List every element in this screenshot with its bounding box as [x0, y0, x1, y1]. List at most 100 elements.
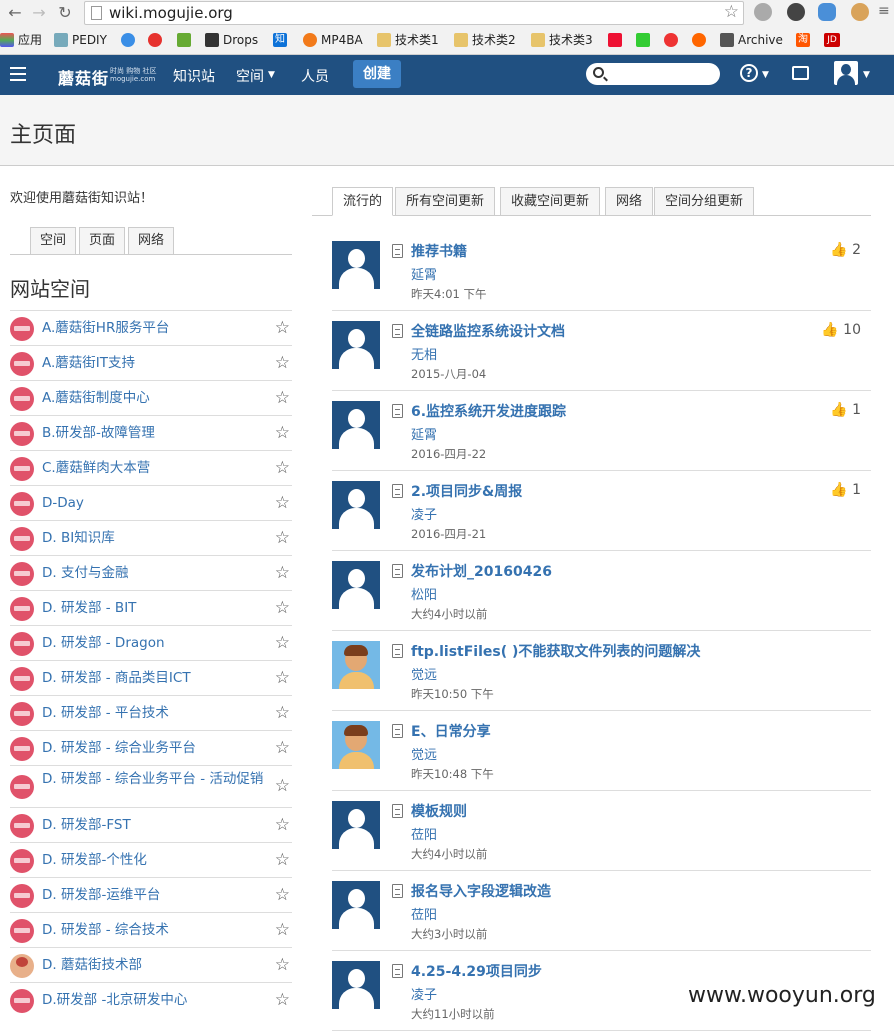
space-name[interactable]: D. 研发部 - 平台技术 — [42, 704, 264, 722]
bookmark-youku[interactable] — [664, 31, 682, 49]
bookmark-le[interactable] — [608, 31, 626, 49]
space-list-item[interactable]: A.蘑菇街HR服务平台 ☆ — [10, 310, 292, 345]
favorite-star-icon[interactable]: ☆ — [275, 703, 290, 723]
space-name[interactable]: D-Day — [42, 494, 264, 512]
space-name[interactable]: B.研发部-故障管理 — [42, 424, 264, 442]
author-avatar[interactable] — [332, 401, 380, 449]
tab-network[interactable]: 网络 — [128, 227, 175, 255]
feed-item-title[interactable]: 6.监控系统开发进度跟踪 — [411, 401, 566, 421]
user-avatar[interactable] — [834, 61, 858, 85]
space-list-item[interactable]: D. 研发部 - 平台技术 ☆ — [10, 695, 292, 730]
space-name[interactable]: D. 研发部 - Dragon — [42, 634, 264, 652]
bookmark-drops[interactable]: Drops — [205, 31, 258, 49]
author-avatar[interactable] — [332, 241, 380, 289]
cloud-icon[interactable] — [818, 3, 836, 21]
space-name[interactable]: D.研发部 -北京研发中心 — [42, 991, 264, 1009]
space-list-item[interactable]: D. 研发部-运维平台 ☆ — [10, 877, 292, 912]
bookmark-weibo[interactable] — [148, 31, 166, 49]
menu-icon[interactable]: ≡ — [878, 3, 890, 19]
bookmark-ip[interactable] — [121, 31, 139, 49]
bookmark-archive[interactable]: Archive — [720, 31, 783, 49]
tab-popular[interactable]: 流行的 — [332, 187, 394, 216]
favorite-star-icon[interactable]: ☆ — [275, 423, 290, 443]
space-name[interactable]: A.蘑菇街制度中心 — [42, 389, 264, 407]
author-avatar[interactable] — [332, 721, 380, 769]
tab-favorite-updates[interactable]: 收藏空间更新 — [500, 187, 601, 216]
bookmark-star-icon[interactable]: ☆ — [724, 2, 739, 22]
space-list-item[interactable]: D. 研发部-个性化 ☆ — [10, 842, 292, 877]
author-avatar[interactable] — [332, 961, 380, 1009]
create-button[interactable]: 创建 — [353, 60, 401, 88]
feed-item-title[interactable]: 发布计划_20160426 — [411, 561, 552, 581]
space-name[interactable]: D. 研发部 - 商品类目ICT — [42, 669, 264, 687]
favorite-star-icon[interactable]: ☆ — [275, 738, 290, 758]
help-icon[interactable]: ? — [740, 64, 758, 82]
space-name[interactable]: D. 支付与金融 — [42, 564, 264, 582]
bookmark-folder-tech3[interactable]: 技术类3 — [531, 31, 593, 49]
favorite-star-icon[interactable]: ☆ — [275, 920, 290, 940]
favorite-star-icon[interactable]: ☆ — [275, 776, 290, 796]
bookmark-folder-tech2[interactable]: 技术类2 — [454, 31, 516, 49]
favorite-star-icon[interactable]: ☆ — [275, 318, 290, 338]
space-list-item[interactable]: D.研发部 -北京研发中心 ☆ — [10, 982, 292, 1017]
favorite-star-icon[interactable]: ☆ — [275, 493, 290, 513]
space-name[interactable]: D. 研发部-运维平台 — [42, 886, 264, 904]
feed-item-title[interactable]: 推荐书籍 — [411, 241, 467, 261]
feed-item-author[interactable]: 觉远 — [411, 664, 437, 683]
author-avatar[interactable] — [332, 881, 380, 929]
bookmark-pediy[interactable]: PEDIY — [54, 31, 107, 49]
feed-item-author[interactable]: 莅阳 — [411, 824, 437, 843]
space-list-item[interactable]: D. 研发部 - 综合业务平台 - 活动促销 ☆ — [10, 765, 292, 807]
author-avatar[interactable] — [332, 321, 380, 369]
favorite-star-icon[interactable]: ☆ — [275, 563, 290, 583]
space-list-item[interactable]: D. 研发部 - 综合技术 ☆ — [10, 912, 292, 947]
space-name[interactable]: A.蘑菇街IT支持 — [42, 354, 264, 372]
nav-knowledge[interactable]: 知识站 — [173, 66, 215, 86]
space-name[interactable]: D. 研发部-个性化 — [42, 851, 264, 869]
feed-item-author[interactable]: 莅阳 — [411, 904, 437, 923]
favorite-star-icon[interactable]: ☆ — [275, 815, 290, 835]
feed-item-title[interactable]: E、日常分享 — [411, 721, 491, 741]
bookmark-iqiyi[interactable] — [636, 31, 654, 49]
bookmark-tudou[interactable] — [692, 31, 710, 49]
address-bar[interactable]: wiki.mogujie.org ☆ — [84, 1, 744, 25]
feed-item-title[interactable]: 模板规则 — [411, 801, 467, 821]
author-avatar[interactable] — [332, 801, 380, 849]
feed-item-author[interactable]: 凌子 — [411, 984, 437, 1003]
feed-item-title[interactable]: 2.项目同步&周报 — [411, 481, 522, 501]
space-name[interactable]: D. 研发部 - 综合技术 — [42, 921, 264, 939]
feed-item-author[interactable]: 松阳 — [411, 584, 437, 603]
extension-icon[interactable] — [754, 3, 772, 21]
space-list-item[interactable]: D. BI知识库 ☆ — [10, 520, 292, 555]
tab-group-updates[interactable]: 空间分组更新 — [654, 187, 755, 216]
feed-item-author[interactable]: 觉远 — [411, 744, 437, 763]
bookmark-taobao[interactable]: 淘 — [796, 31, 814, 49]
author-avatar[interactable] — [332, 481, 380, 529]
favorite-star-icon[interactable]: ☆ — [275, 668, 290, 688]
bookmark-zhihu[interactable]: 知 — [273, 31, 291, 49]
favorite-star-icon[interactable]: ☆ — [275, 353, 290, 373]
space-list-item[interactable]: C.蘑菇鲜肉大本营 ☆ — [10, 450, 292, 485]
nav-people[interactable]: 人员 — [301, 66, 329, 86]
bookmark-jd[interactable]: JD — [824, 31, 844, 49]
space-name[interactable]: D. 研发部 - BIT — [42, 599, 264, 617]
space-name[interactable]: A.蘑菇街HR服务平台 — [42, 319, 264, 337]
feed-item-title[interactable]: 报名导入字段逻辑改造 — [411, 881, 551, 901]
extension-gear-icon[interactable] — [787, 3, 805, 21]
feed-item-title[interactable]: ftp.listFiles( )不能获取文件列表的问题解决 — [411, 641, 700, 661]
tab-spaces[interactable]: 空间 — [30, 227, 77, 255]
space-list-item[interactable]: D-Day ☆ — [10, 485, 292, 520]
feed-item-title[interactable]: 4.25-4.29项目同步 — [411, 961, 542, 981]
space-list-item[interactable]: D. 研发部 - 综合业务平台 ☆ — [10, 730, 292, 765]
like-count[interactable]: 👍 1 — [830, 482, 861, 498]
like-count[interactable]: 👍 1 — [830, 402, 861, 418]
hamburger-menu-icon[interactable] — [10, 67, 26, 81]
tab-pages[interactable]: 页面 — [79, 227, 126, 255]
space-name[interactable]: D. 研发部-FST — [42, 816, 264, 834]
space-list-item[interactable]: D. 研发部 - 商品类目ICT ☆ — [10, 660, 292, 695]
space-list-item[interactable]: D. 支付与金融 ☆ — [10, 555, 292, 590]
favorite-star-icon[interactable]: ☆ — [275, 955, 290, 975]
feed-item-author[interactable]: 延霄 — [411, 264, 437, 283]
nav-spaces[interactable]: 空间 — [236, 66, 264, 86]
author-avatar[interactable] — [332, 561, 380, 609]
